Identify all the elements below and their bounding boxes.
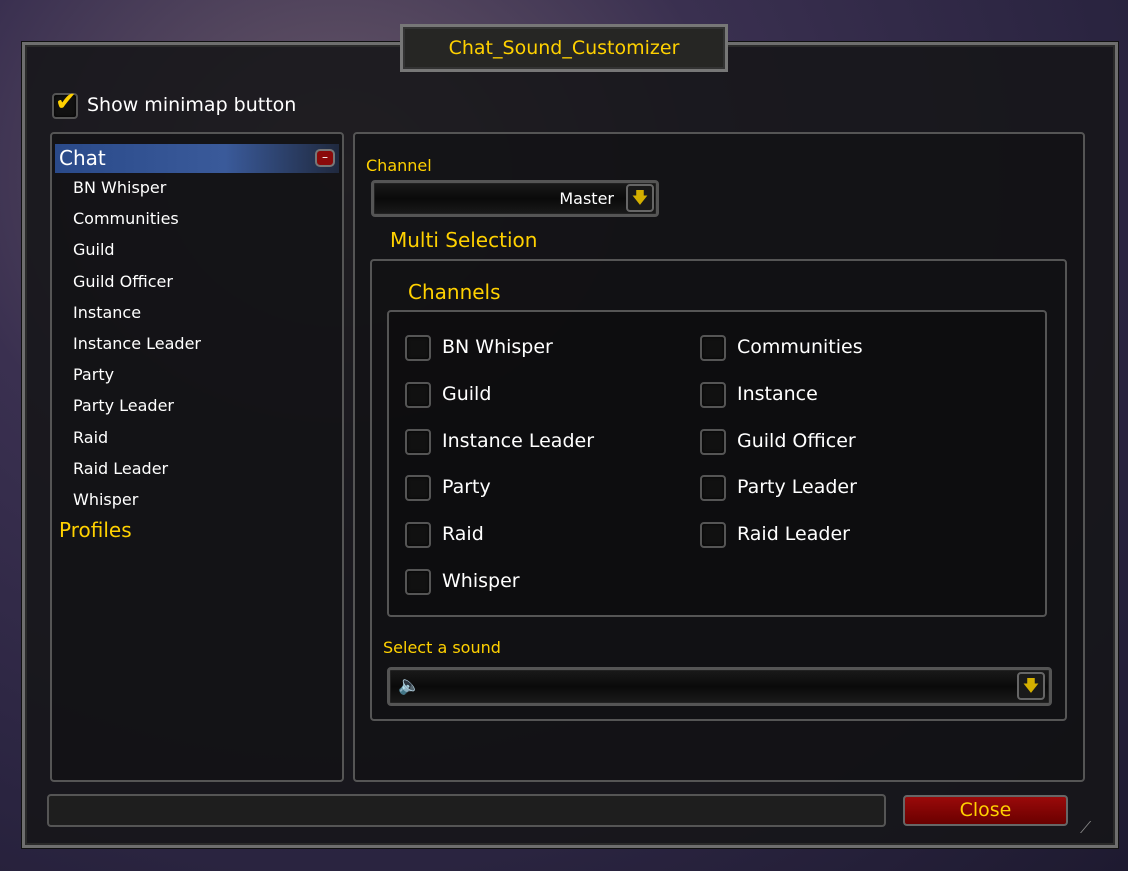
channel-checkbox[interactable]: [700, 522, 726, 549]
channel-option-label: Raid Leader: [737, 523, 850, 546]
channel-checkbox[interactable]: [405, 428, 431, 455]
channel-checkbox[interactable]: [405, 522, 431, 549]
channel-label: Channel: [366, 156, 432, 175]
channel-checkbox[interactable]: [405, 569, 431, 595]
sound-label: Select a sound: [383, 638, 501, 657]
channel-option-label: Guild: [442, 382, 492, 405]
channel-option-label: Communities: [737, 336, 863, 358]
channel-option-label: Party: [442, 476, 491, 499]
collapse-icon[interactable]: –: [315, 149, 335, 167]
tree-item[interactable]: Whisper: [73, 490, 138, 509]
channel-option-label: BN Whisper: [442, 336, 553, 358]
show-minimap-label: Show minimap button: [87, 94, 297, 116]
tree-item-chat[interactable]: Chat –: [55, 144, 339, 173]
channel-option-label: Guild Officer: [737, 429, 856, 452]
channel-checkbox[interactable]: [700, 381, 726, 408]
channel-checkbox[interactable]: [700, 335, 726, 361]
multi-selection-title: Multi Selection: [390, 228, 538, 252]
close-button[interactable]: Close: [903, 795, 1068, 826]
sound-dropdown[interactable]: 🔈 🡇: [387, 667, 1052, 706]
channel-option-label: Party Leader: [737, 476, 857, 499]
tree-item[interactable]: Party Leader: [73, 396, 174, 415]
tree-item[interactable]: Guild: [73, 240, 115, 259]
channel-option-label: Whisper: [442, 570, 520, 592]
tree-item[interactable]: BN Whisper: [73, 178, 166, 197]
status-bar: [47, 794, 886, 827]
channels-title: Channels: [408, 280, 501, 304]
tree-panel: [50, 132, 344, 782]
tree-item[interactable]: Instance Leader: [73, 334, 201, 353]
channel-value: Master: [559, 189, 614, 208]
chevron-down-icon[interactable]: 🡇: [1017, 672, 1045, 700]
tree-item[interactable]: Instance: [73, 303, 141, 322]
channel-option-label: Instance: [737, 382, 818, 405]
channel-dropdown[interactable]: Master 🡇: [371, 180, 659, 217]
tree-item-label: Chat: [59, 146, 106, 170]
channel-checkbox[interactable]: [405, 381, 431, 408]
checkmark-icon: ✔: [55, 87, 77, 117]
chevron-down-icon[interactable]: 🡇: [626, 184, 654, 212]
channel-checkbox[interactable]: [405, 335, 431, 361]
channel-checkbox[interactable]: [405, 475, 431, 502]
tree-item[interactable]: Communities: [73, 209, 179, 228]
channel-checkbox[interactable]: [700, 475, 726, 502]
channel-option-label: Raid: [442, 523, 484, 546]
channel-option-label: Instance Leader: [442, 429, 594, 452]
show-minimap-checkbox[interactable]: ✔: [52, 87, 78, 119]
speaker-icon: 🔈: [398, 675, 421, 696]
resize-grip-icon[interactable]: ⟋: [1080, 818, 1091, 838]
tree-item-profiles[interactable]: Profiles: [59, 518, 132, 542]
channel-checkbox[interactable]: [700, 428, 726, 455]
tree-item[interactable]: Raid Leader: [73, 459, 168, 478]
tree-item[interactable]: Party: [73, 365, 114, 384]
tree-item[interactable]: Raid: [73, 428, 108, 447]
window-title[interactable]: Chat_Sound_Customizer: [400, 24, 728, 72]
tree-item[interactable]: Guild Officer: [73, 272, 173, 291]
